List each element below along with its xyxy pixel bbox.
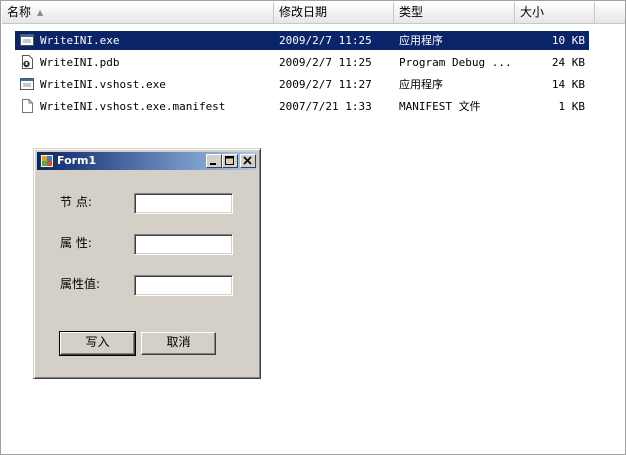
sort-ascending-icon: ▲ — [37, 8, 44, 17]
file-size: 24 KB — [551, 56, 585, 69]
property-input[interactable] — [134, 234, 233, 255]
file-date: 2009/2/7 11:27 — [279, 78, 372, 91]
property-value-input[interactable] — [134, 275, 233, 296]
column-header: 名称 ▲ 修改日期 类型 大小 — [2, 2, 625, 24]
maximize-button[interactable] — [222, 154, 238, 168]
column-header-date[interactable]: 修改日期 — [274, 2, 394, 23]
pdb-icon — [22, 55, 33, 69]
column-header-date-label: 修改日期 — [279, 5, 328, 19]
file-name: WriteINI.pdb — [40, 56, 120, 69]
column-header-filler — [595, 2, 625, 23]
close-button[interactable] — [240, 154, 256, 168]
window-title: Form1 — [57, 154, 97, 167]
file-type: MANIFEST 文件 — [399, 100, 481, 113]
form1-window: Form1 节 点: 属 性: 属性值: 写入 取消 — [33, 148, 261, 379]
minimize-icon — [210, 163, 216, 165]
file-row[interactable]: WriteINI.exe 2009/2/7 11:25 应用程序 10 KB — [15, 31, 589, 50]
file-row[interactable]: WriteINI.vshost.exe.manifest 2007/7/21 1… — [15, 97, 589, 116]
file-size: 1 KB — [558, 100, 586, 113]
maximize-icon — [225, 156, 234, 165]
node-label: 节 点: — [60, 195, 92, 209]
file-date: 2009/2/7 11:25 — [279, 56, 372, 69]
file-size: 10 KB — [551, 34, 585, 47]
column-header-size-label: 大小 — [520, 5, 545, 19]
file-type: Program Debug ... — [399, 56, 512, 69]
exe-icon — [20, 34, 34, 46]
property-label: 属 性: — [60, 236, 92, 250]
close-icon — [243, 156, 252, 165]
minimize-button[interactable] — [206, 154, 222, 168]
file-name: WriteINI.vshost.exe.manifest — [40, 100, 226, 113]
write-button[interactable]: 写入 — [59, 331, 136, 356]
file-row[interactable]: WriteINI.pdb 2009/2/7 11:25 Program Debu… — [15, 53, 589, 72]
file-name: WriteINI.exe — [40, 34, 120, 47]
file-name: WriteINI.vshost.exe — [40, 78, 166, 91]
file-icon — [22, 99, 33, 113]
file-date: 2007/7/21 1:33 — [279, 100, 372, 113]
property-value-label: 属性值: — [60, 277, 101, 291]
exe-icon — [20, 78, 34, 90]
column-header-name[interactable]: 名称 ▲ — [2, 2, 274, 23]
file-type: 应用程序 — [399, 34, 443, 47]
column-header-type-label: 类型 — [399, 5, 424, 19]
cancel-button[interactable]: 取消 — [141, 332, 216, 355]
app-form-icon — [40, 154, 54, 168]
column-header-type[interactable]: 类型 — [394, 2, 515, 23]
column-header-name-label: 名称 — [7, 5, 32, 19]
file-date: 2009/2/7 11:25 — [279, 34, 372, 47]
column-header-size[interactable]: 大小 — [515, 2, 595, 23]
file-type: 应用程序 — [399, 78, 443, 91]
file-size: 14 KB — [551, 78, 585, 91]
file-row[interactable]: WriteINI.vshost.exe 2009/2/7 11:27 应用程序 … — [15, 75, 589, 94]
node-input[interactable] — [134, 193, 233, 214]
title-bar[interactable]: Form1 — [37, 152, 257, 170]
